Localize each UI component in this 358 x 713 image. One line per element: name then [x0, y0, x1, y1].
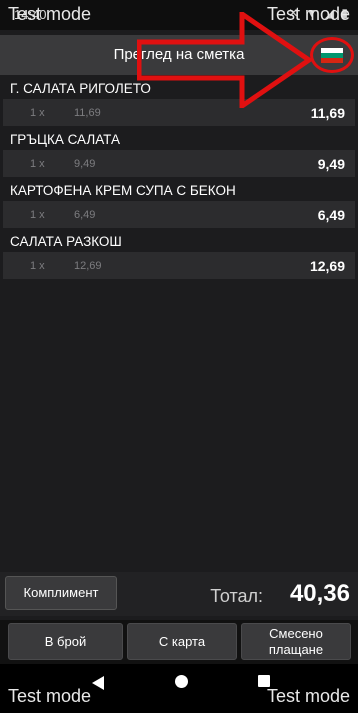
item-detail-row: 1 x 9,49 9,49	[3, 150, 355, 177]
item-detail-row: 1 x 12,69 12,69	[3, 252, 355, 279]
item-quantity: 1 x	[30, 107, 45, 119]
pay-cash-label: В брой	[44, 634, 87, 649]
item-unit-price: 9,49	[74, 158, 96, 170]
bulgarian-flag-icon	[321, 48, 343, 63]
back-icon[interactable]	[92, 676, 104, 690]
pay-mixed-label-2: плащане	[268, 641, 324, 657]
item-detail-row: 1 x 6,49 6,49	[3, 201, 355, 228]
home-icon[interactable]	[175, 675, 188, 688]
item-line-total: 11,69	[310, 105, 345, 121]
item-unit-price: 11,69	[74, 107, 101, 119]
item-name: ГРЪЦКА САЛАТА	[0, 129, 358, 150]
list-item[interactable]: САЛАТА РАЗКОШ 1 x 12,69 12,69	[0, 231, 358, 282]
pay-mixed-label-1: Смесено	[269, 625, 323, 641]
watermark-bottom-right: Test mode	[266, 686, 350, 706]
language-button[interactable]	[310, 37, 354, 73]
pay-cash-button[interactable]: В брой	[8, 623, 123, 660]
watermark-bottom-left: Test mode	[8, 686, 92, 706]
pay-mixed-button[interactable]: Смесено плащане	[241, 623, 351, 660]
item-line-total: 9,49	[317, 156, 345, 172]
list-item[interactable]: ГРЪЦКА САЛАТА 1 x 9,49 9,49	[0, 129, 358, 180]
item-quantity: 1 x	[30, 209, 45, 221]
item-name: САЛАТА РАЗКОШ	[0, 231, 358, 252]
compliment-button[interactable]: Комплимент	[5, 576, 117, 610]
item-line-total: 6,49	[317, 207, 345, 223]
payment-bar: В брой С карта Смесено плащане	[0, 620, 358, 664]
watermark-top-right: Test mode	[266, 4, 350, 24]
total-label: Тотал:	[210, 586, 263, 606]
item-quantity: 1 x	[30, 260, 45, 272]
total-value: 40,36	[289, 580, 350, 607]
total-bar: Комплимент Тотал: 40,36	[0, 572, 358, 616]
order-items-list: Г. САЛАТА РИГОЛЕТО 1 x 11,69 11,69 ГРЪЦК…	[0, 78, 358, 282]
annotation-arrow	[137, 12, 312, 108]
item-unit-price: 6,49	[74, 209, 96, 221]
item-line-total: 12,69	[309, 258, 345, 274]
item-unit-price: 12,69	[74, 260, 102, 272]
watermark-top-left: Test mode	[8, 4, 92, 24]
pay-card-label: С карта	[158, 634, 206, 649]
list-item[interactable]: КАРТОФЕНА КРЕМ СУПА С БЕКОН 1 x 6,49 6,4…	[0, 180, 358, 231]
item-name: КАРТОФЕНА КРЕМ СУПА С БЕКОН	[0, 180, 358, 201]
pay-card-button[interactable]: С карта	[127, 623, 237, 660]
item-quantity: 1 x	[30, 158, 45, 170]
